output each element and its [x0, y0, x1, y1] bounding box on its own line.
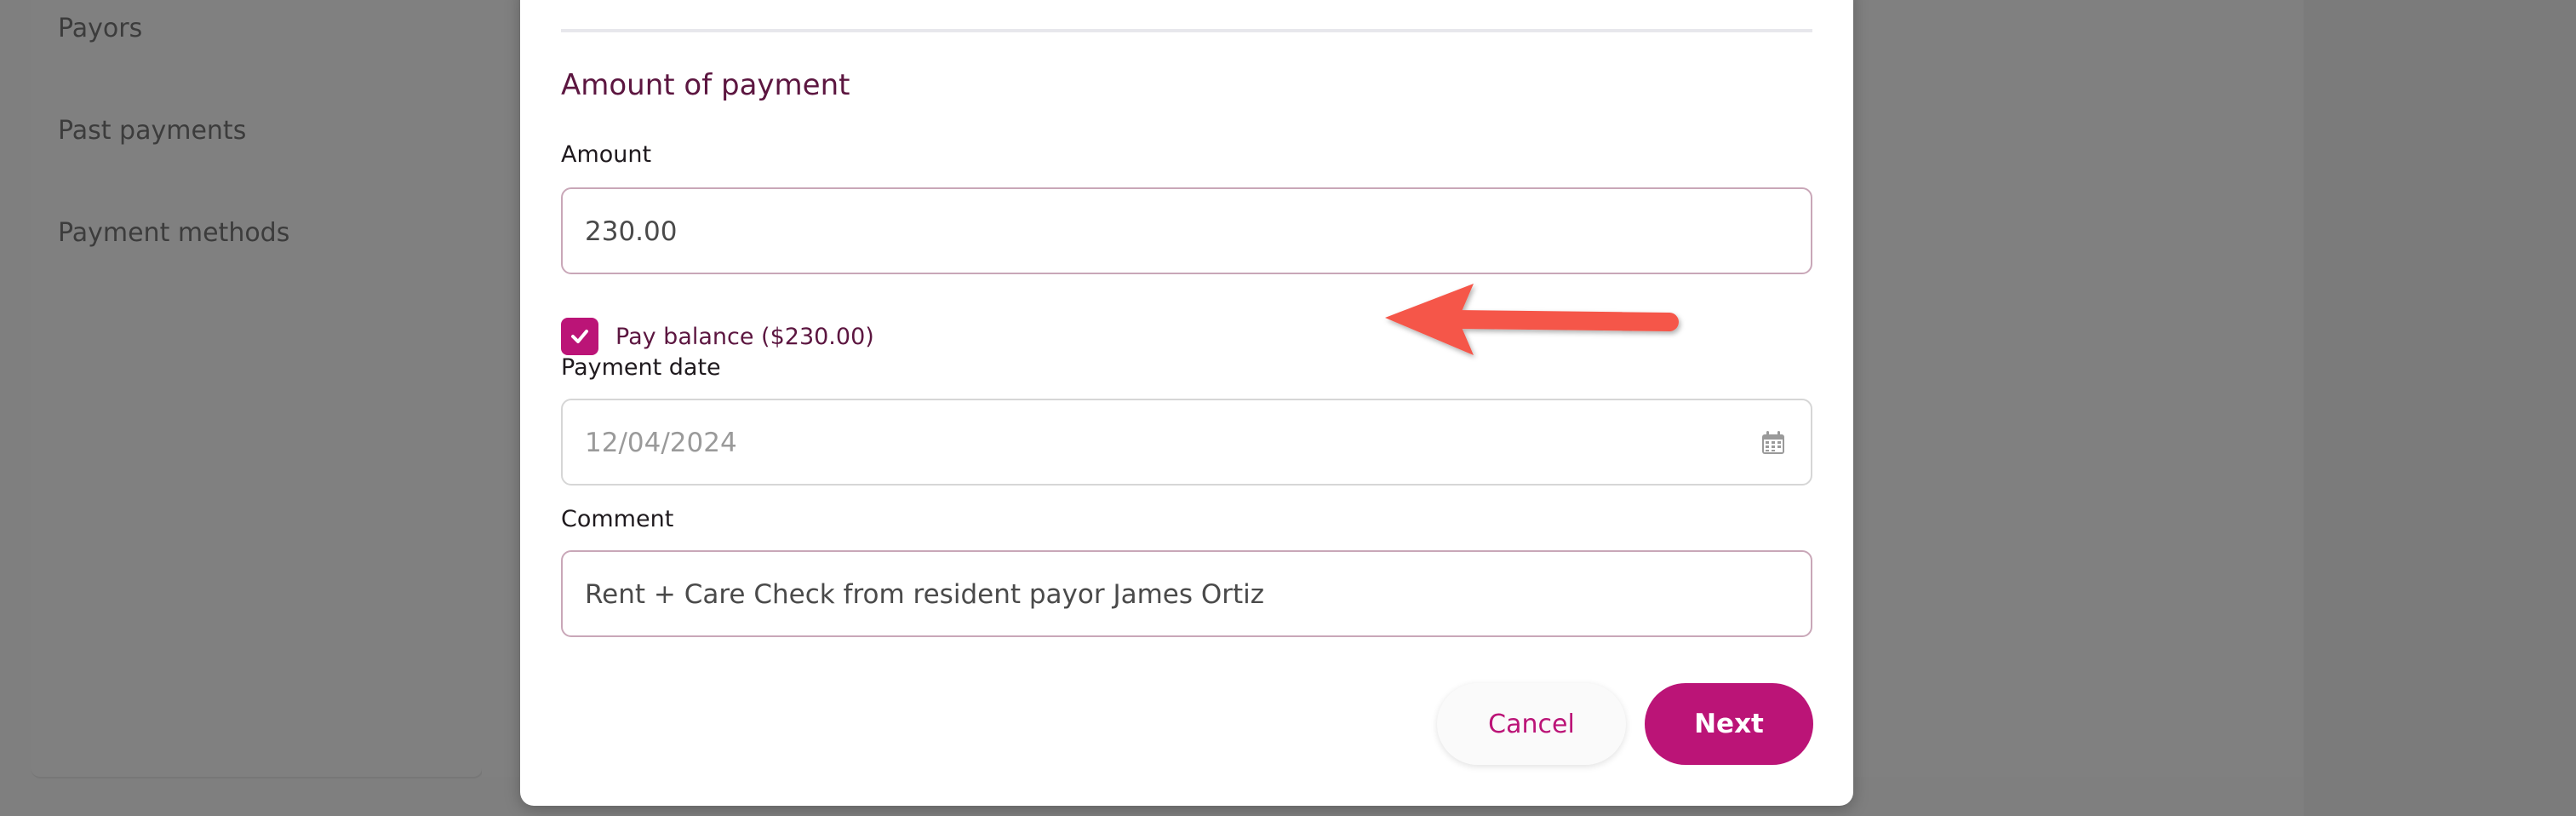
comment-label: Comment [561, 506, 674, 532]
sidebar-item-past-payments[interactable]: Past payments [58, 116, 246, 146]
sidebar-item-label: Payment methods [58, 218, 290, 248]
annotation-arrow-icon [1385, 284, 1679, 355]
payment-modal: Amount of payment Amount Pay balance ($2… [520, 0, 1853, 806]
page-backdrop-right [2304, 0, 2576, 816]
section-divider [561, 29, 1812, 32]
comment-field[interactable] [561, 550, 1812, 637]
pay-balance-label: Pay balance ($230.00) [615, 323, 874, 350]
amount-label: Amount [561, 141, 652, 168]
cancel-button[interactable]: Cancel [1437, 683, 1626, 765]
sidebar-item-payors[interactable]: Payors [58, 14, 142, 43]
pay-balance-row[interactable]: Pay balance ($230.00) [561, 315, 874, 358]
pay-balance-checkbox[interactable] [561, 318, 598, 355]
checkmark-icon [571, 330, 588, 343]
amount-field[interactable] [561, 187, 1812, 274]
section-title: Amount of payment [561, 68, 850, 102]
calendar-icon[interactable] [1760, 429, 1787, 457]
payment-date-input[interactable] [583, 400, 1744, 486]
amount-input[interactable] [583, 189, 1744, 274]
comment-input[interactable] [583, 552, 1744, 637]
payment-date-label: Payment date [561, 354, 721, 381]
sidebar-item-payment-methods[interactable]: Payment methods [58, 218, 289, 248]
sidebar: Payors Past payments Payment methods [31, 0, 484, 779]
sidebar-item-label: Payors [58, 14, 143, 43]
next-button[interactable]: Next [1645, 683, 1813, 765]
payment-date-field[interactable] [561, 399, 1812, 486]
sidebar-item-label: Past payments [58, 116, 247, 146]
